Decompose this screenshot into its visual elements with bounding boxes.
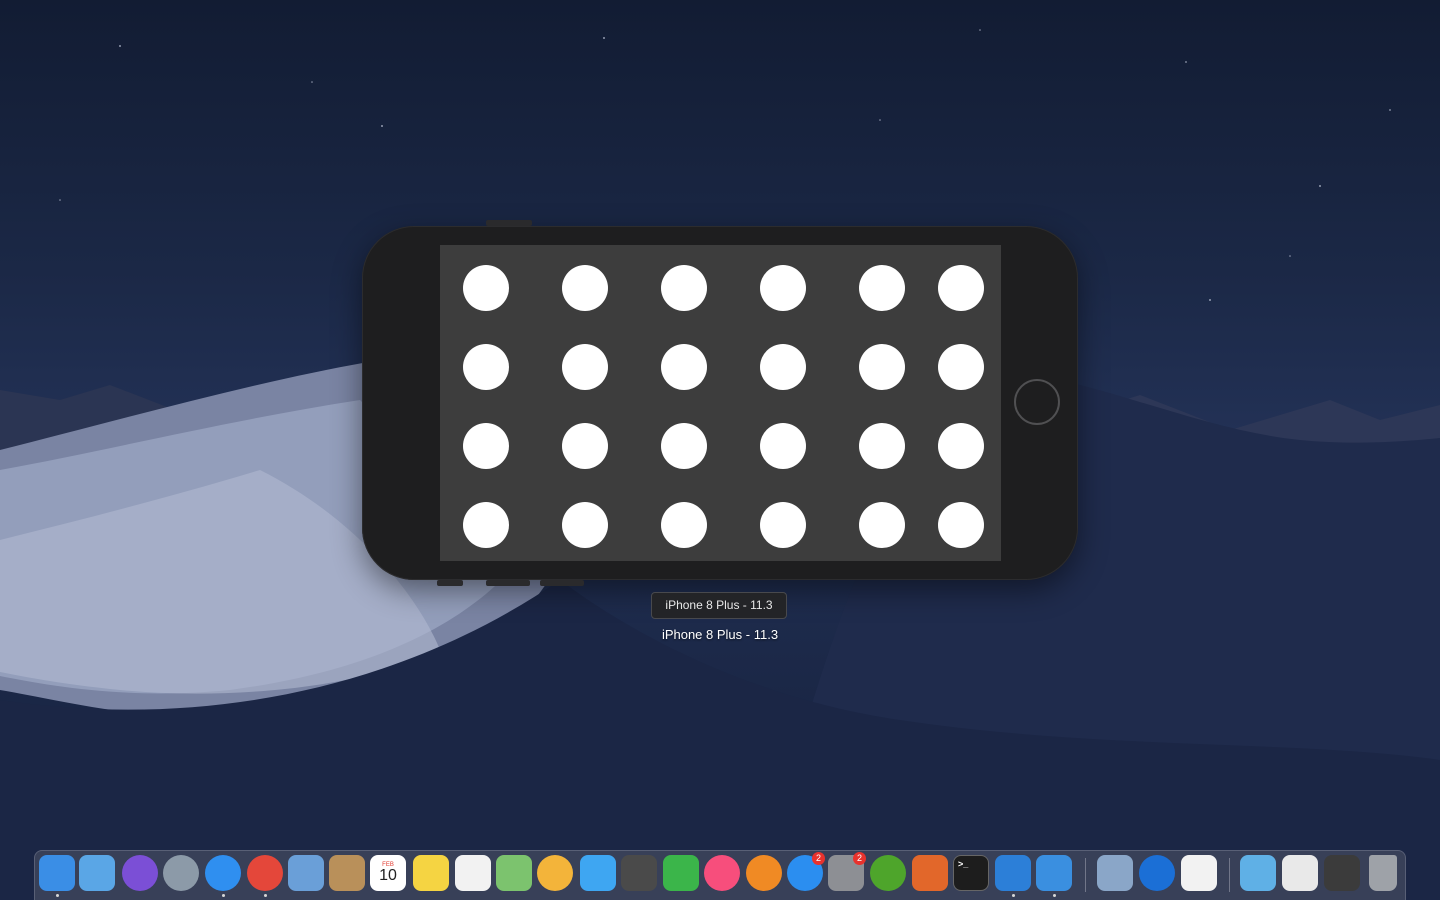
- screen-dot: [760, 265, 806, 311]
- teamviewer-icon[interactable]: [1139, 855, 1175, 891]
- textedit-icon[interactable]: [1181, 855, 1217, 891]
- maps-icon[interactable]: [496, 855, 532, 891]
- screen-dot: [859, 265, 905, 311]
- screen-dot: [760, 423, 806, 469]
- downloads-folder-icon[interactable]: [1240, 855, 1276, 891]
- reminders-icon[interactable]: [455, 855, 491, 891]
- screen-dot: [562, 344, 608, 390]
- device-tooltip: iPhone 8 Plus - 11.3: [651, 592, 787, 619]
- screen-dot: [859, 423, 905, 469]
- chrome-document-icon[interactable]: [1282, 855, 1318, 891]
- device-title-label: iPhone 8 Plus - 11.3: [661, 627, 779, 642]
- simulator-icon[interactable]: [1036, 855, 1072, 891]
- screen-dot: [661, 265, 707, 311]
- running-indicator: [264, 894, 267, 897]
- screen-dot: [463, 265, 509, 311]
- running-indicator: [56, 894, 59, 897]
- screen-dot: [463, 344, 509, 390]
- screen-dot: [938, 423, 984, 469]
- facetime-icon[interactable]: [663, 855, 699, 891]
- screen-dot: [760, 502, 806, 548]
- screen-dot: [938, 502, 984, 548]
- simulator-screen[interactable]: [440, 245, 1001, 561]
- messages-icon[interactable]: [580, 855, 616, 891]
- screen-dot: [562, 502, 608, 548]
- sublime-text-icon[interactable]: [621, 855, 657, 891]
- screen-dot: [562, 265, 608, 311]
- preview-icon[interactable]: [1097, 855, 1133, 891]
- photos-icon[interactable]: [537, 855, 573, 891]
- utorrent-icon[interactable]: [870, 855, 906, 891]
- calendar-icon[interactable]: FEB 10: [370, 855, 406, 891]
- matlab-icon[interactable]: [912, 855, 948, 891]
- screen-dot: [938, 265, 984, 311]
- volume-up-button: [486, 580, 530, 586]
- running-indicator: [1053, 894, 1056, 897]
- screen-dot: [661, 423, 707, 469]
- screenshot-stack-icon[interactable]: [1324, 855, 1360, 891]
- home-button[interactable]: [1014, 379, 1060, 425]
- finder-icon[interactable]: [39, 855, 75, 891]
- notes-icon[interactable]: [413, 855, 449, 891]
- screen-dot: [859, 502, 905, 548]
- screen-dot: [463, 423, 509, 469]
- notification-badge: 2: [812, 852, 825, 865]
- siri-icon[interactable]: [122, 855, 158, 891]
- dock-separator: [1229, 858, 1230, 892]
- screen-dot: [938, 344, 984, 390]
- itunes-icon[interactable]: [704, 855, 740, 891]
- mute-switch: [437, 580, 463, 586]
- screen-dot: [661, 344, 707, 390]
- volume-down-button: [540, 580, 584, 586]
- running-indicator: [1012, 894, 1015, 897]
- notification-badge: 2: [853, 852, 866, 865]
- power-button: [486, 220, 532, 226]
- xcode-icon[interactable]: [995, 855, 1031, 891]
- launchpad-icon[interactable]: [163, 855, 199, 891]
- chrome-icon[interactable]: [247, 855, 283, 891]
- terminal-icon[interactable]: >_: [953, 855, 989, 891]
- screen-dot: [463, 502, 509, 548]
- folder-icon[interactable]: [79, 855, 115, 891]
- contacts-icon[interactable]: [329, 855, 365, 891]
- screen-dot: [562, 423, 608, 469]
- running-indicator: [222, 894, 225, 897]
- screen-dot: [859, 344, 905, 390]
- ibooks-icon[interactable]: [746, 855, 782, 891]
- calendar-day-label: 10: [379, 867, 397, 884]
- screen-dot: [661, 502, 707, 548]
- safari-icon[interactable]: [205, 855, 241, 891]
- dock-separator: [1085, 858, 1086, 892]
- trash-icon[interactable]: [1369, 855, 1397, 891]
- mail-icon[interactable]: [288, 855, 324, 891]
- screen-dot: [760, 344, 806, 390]
